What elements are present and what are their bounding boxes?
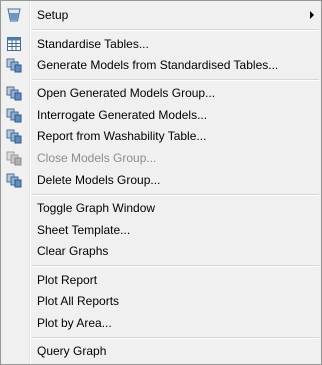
menu-item-label: Generate Models from Standardised Tables… bbox=[37, 58, 279, 72]
menu-item-label: Toggle Graph Window bbox=[37, 201, 156, 215]
models-icon bbox=[6, 57, 22, 73]
menu-item-plot-all-reports[interactable]: Plot All Reports bbox=[1, 290, 321, 312]
menu-item-label: Report from Washability Table... bbox=[37, 129, 207, 143]
menu-separator bbox=[32, 29, 319, 31]
context-menu: Setup Standardise Tables... Generate Mod… bbox=[0, 0, 322, 365]
menu-item-label: Plot Report bbox=[37, 273, 98, 287]
menu-item-label: Close Models Group... bbox=[37, 151, 157, 165]
menu-item-report-washability[interactable]: Report from Washability Table... bbox=[1, 125, 321, 147]
menu-item-interrogate-models[interactable]: Interrogate Generated Models... bbox=[1, 104, 321, 126]
models-icon bbox=[6, 107, 22, 123]
menu-item-generate-models[interactable]: Generate Models from Standardised Tables… bbox=[1, 54, 321, 76]
menu-item-sheet-template[interactable]: Sheet Template... bbox=[1, 219, 321, 241]
submenu-arrow-icon bbox=[310, 11, 314, 19]
menu-item-open-models-group[interactable]: Open Generated Models Group... bbox=[1, 82, 321, 104]
models-icon bbox=[6, 172, 22, 188]
menu-item-label: Interrogate Generated Models... bbox=[37, 108, 208, 122]
menu-item-plot-report[interactable]: Plot Report bbox=[1, 269, 321, 291]
menu-item-label: Sheet Template... bbox=[37, 223, 131, 237]
menu-item-label: Standardise Tables... bbox=[37, 37, 149, 51]
menu-separator bbox=[32, 194, 319, 196]
menu-item-label: Setup bbox=[37, 8, 69, 22]
menu-separator bbox=[32, 265, 319, 267]
models-icon bbox=[6, 150, 22, 166]
menu-item-label: Clear Graphs bbox=[37, 244, 109, 258]
models-icon bbox=[6, 85, 22, 101]
menu-item-plot-by-area[interactable]: Plot by Area... bbox=[1, 312, 321, 334]
menu-item-setup[interactable]: Setup bbox=[1, 4, 321, 26]
menu-item-label: Plot by Area... bbox=[37, 316, 112, 330]
menu-item-standardise-tables[interactable]: Standardise Tables... bbox=[1, 33, 321, 55]
menu-item-label: Query Graph bbox=[37, 344, 107, 358]
menu-item-delete-models-group[interactable]: Delete Models Group... bbox=[1, 169, 321, 191]
menu-item-label: Open Generated Models Group... bbox=[37, 86, 216, 100]
menu-item-label: Delete Models Group... bbox=[37, 173, 161, 187]
menu-item-toggle-graph-window[interactable]: Toggle Graph Window bbox=[1, 197, 321, 219]
menu-separator bbox=[32, 79, 319, 81]
table-icon bbox=[6, 36, 22, 52]
menu-item-query-graph[interactable]: Query Graph bbox=[1, 340, 321, 362]
menu-item-clear-graphs[interactable]: Clear Graphs bbox=[1, 240, 321, 262]
menu-item-close-models-group: Close Models Group... bbox=[1, 147, 321, 169]
models-icon bbox=[6, 128, 22, 144]
setup-glass-icon bbox=[6, 7, 22, 23]
menu-item-label: Plot All Reports bbox=[37, 294, 120, 308]
menu-separator bbox=[32, 337, 319, 339]
